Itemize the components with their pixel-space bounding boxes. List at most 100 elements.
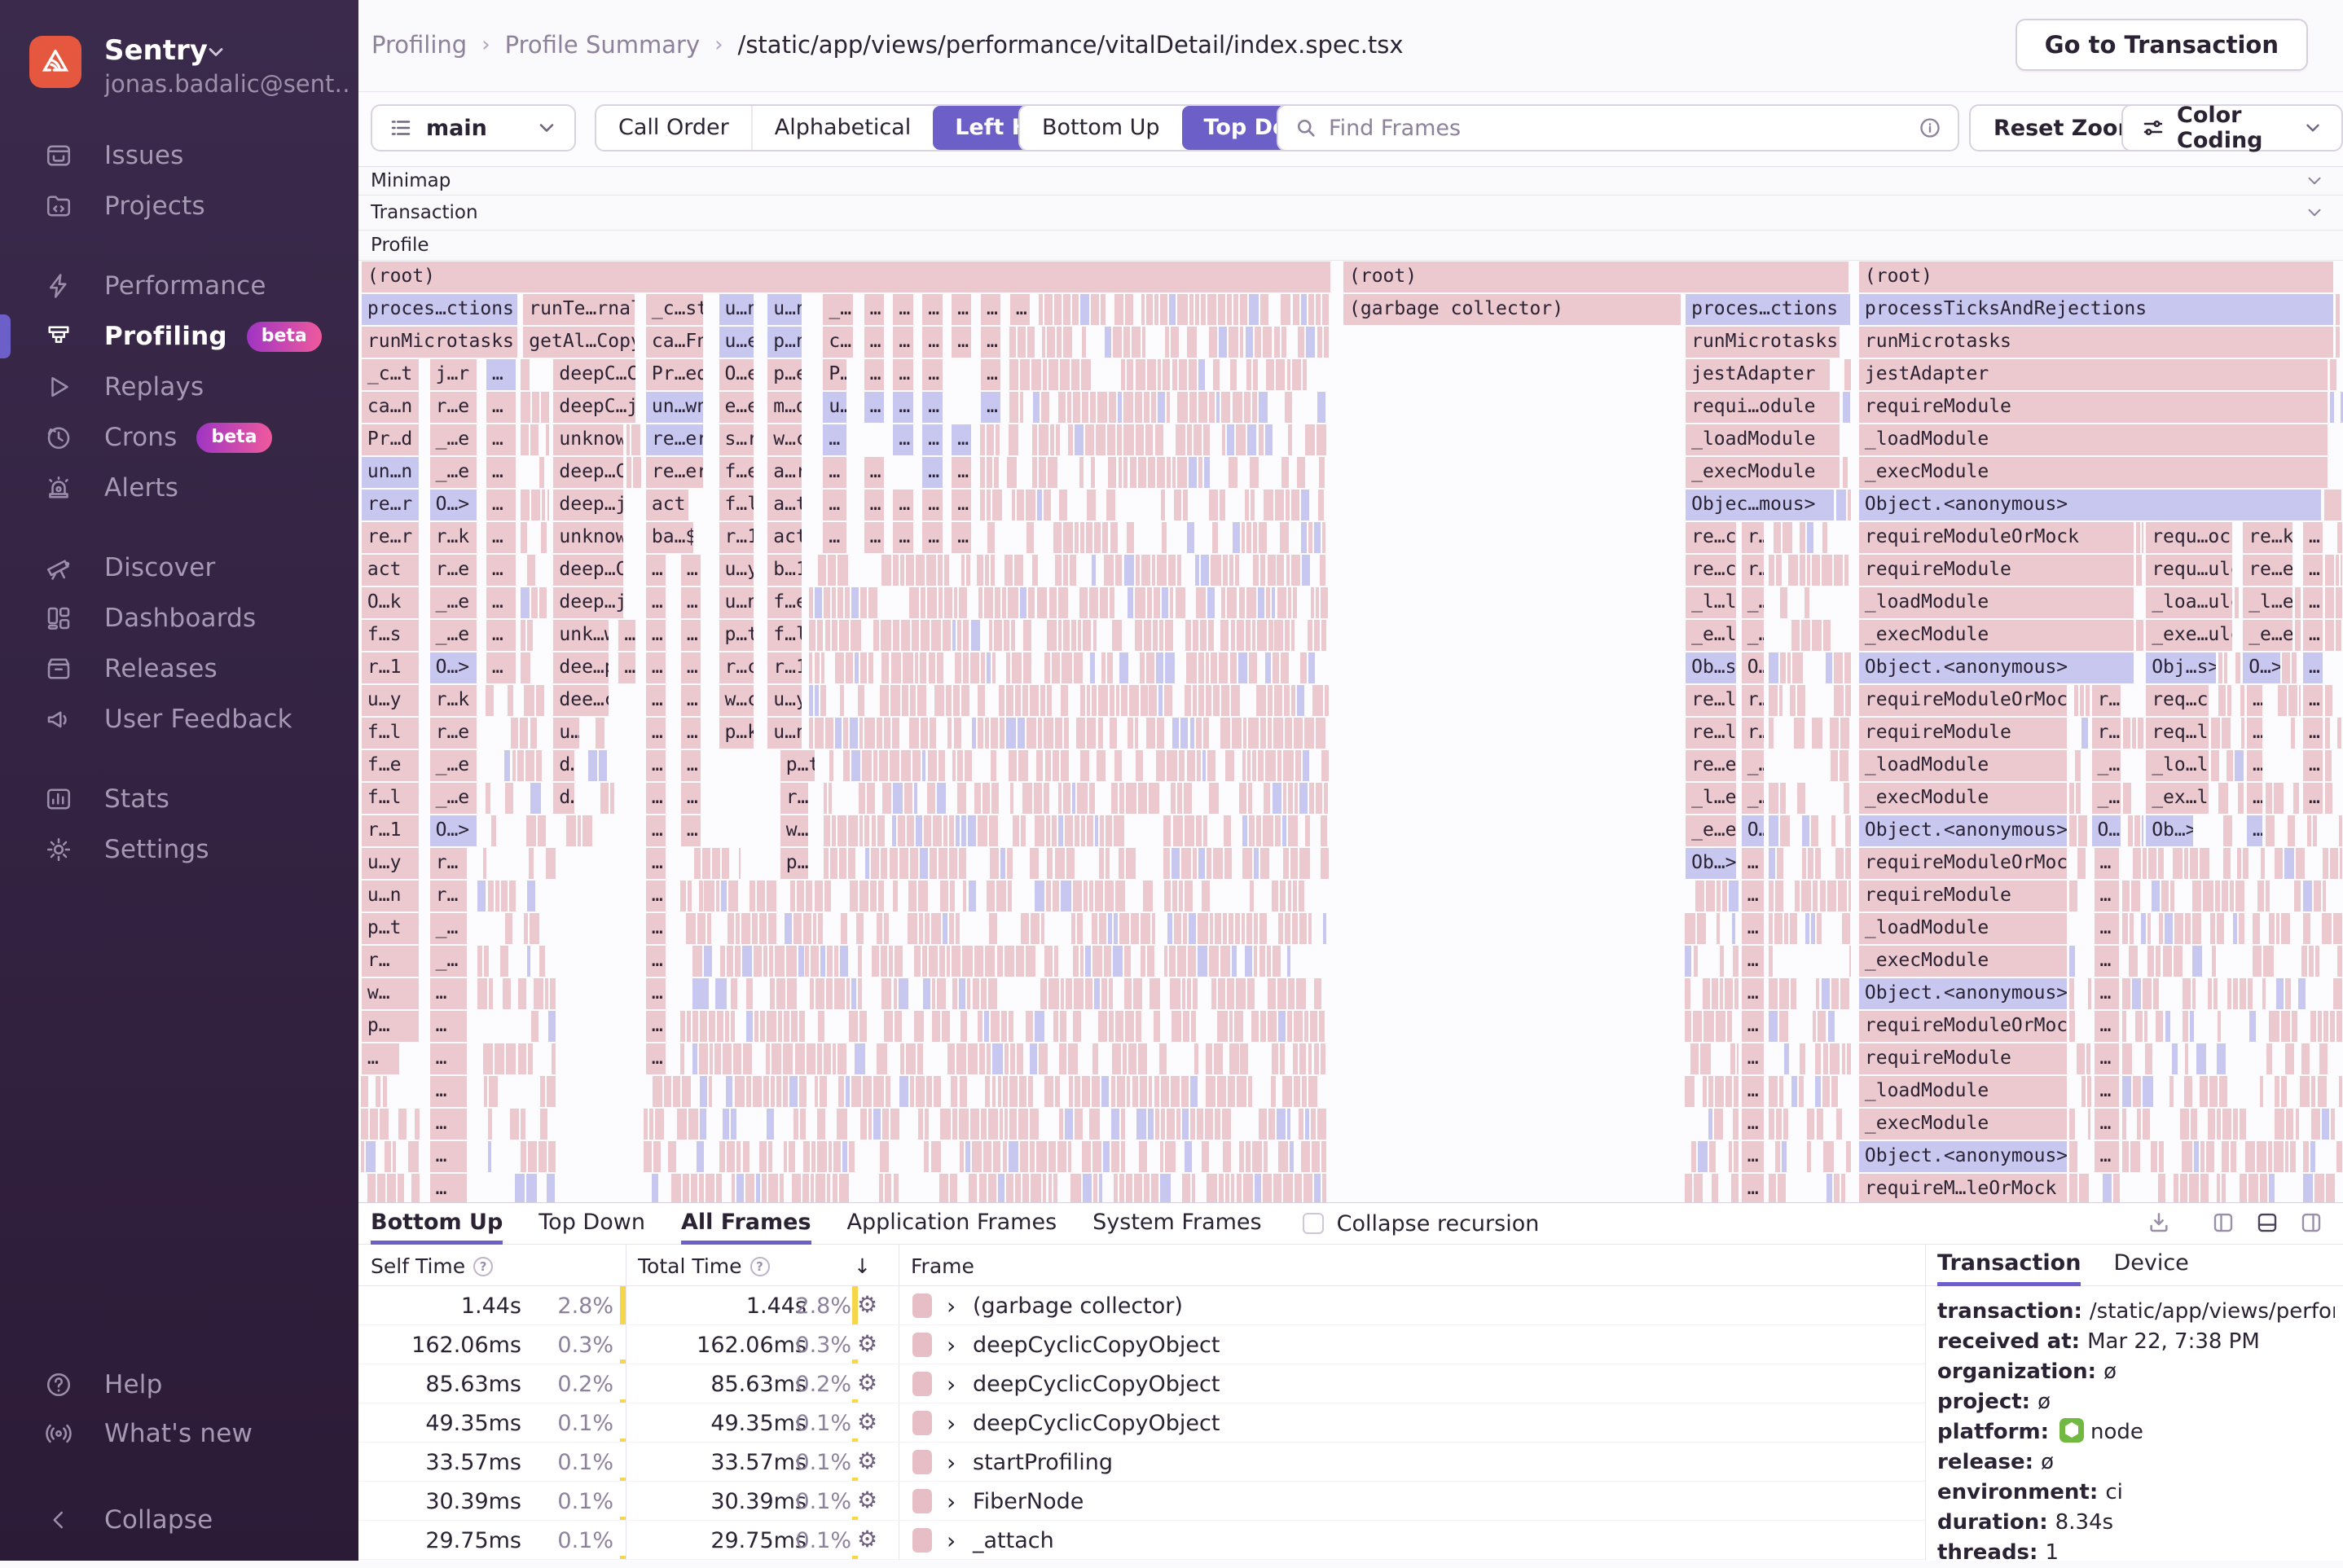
flame-frame-small[interactable] (2281, 1076, 2287, 1107)
flame-frame-small[interactable] (2323, 1011, 2328, 1042)
flame-frame-small[interactable] (1141, 294, 1145, 325)
flame-frame-small[interactable] (1174, 490, 1181, 520)
flame-frame-small[interactable] (818, 555, 826, 586)
flame-frame-small[interactable] (1321, 620, 1326, 651)
flame-frame-small[interactable] (1171, 1076, 1180, 1107)
flame-frame-small[interactable] (1260, 555, 1266, 586)
flame-frame-small[interactable] (860, 652, 866, 683)
flame-frame-small[interactable] (752, 913, 758, 944)
flame-frame-small[interactable] (700, 1109, 706, 1140)
flame-frame-small[interactable] (820, 685, 827, 716)
flame-frame-small[interactable] (2144, 1011, 2148, 1042)
flame-frame-small[interactable] (2263, 946, 2274, 977)
flame-frame-small[interactable] (2315, 946, 2319, 977)
flame-frame-small[interactable] (361, 1076, 369, 1107)
flame-frame[interactable]: r… (1742, 522, 1764, 553)
dock-bottom-icon[interactable] (2255, 1210, 2279, 1235)
flame-frame-small[interactable] (1800, 555, 1805, 586)
flame-frame-small[interactable] (1030, 1141, 1035, 1172)
flame-frame-small[interactable] (1219, 327, 1227, 358)
flame-frame[interactable]: d… (553, 750, 574, 781)
flame-frame-small[interactable] (1807, 1141, 1811, 1172)
flame-frame-small[interactable] (1283, 848, 1289, 879)
flame-frame-small[interactable] (776, 978, 785, 1009)
flame-frame-small[interactable] (800, 1109, 806, 1140)
flame-frame-small[interactable] (2190, 848, 2198, 879)
flame-frame-small[interactable] (1314, 1174, 1321, 1202)
flame-frame-small[interactable] (815, 1174, 824, 1202)
flame-frame[interactable]: … (646, 978, 666, 1009)
flame-frame-small[interactable] (1148, 457, 1155, 488)
flame-frame-small[interactable] (840, 946, 848, 977)
flame-frame-small[interactable] (1217, 1076, 1226, 1107)
flame-frame-small[interactable] (1080, 750, 1089, 781)
flame-frame-small[interactable] (1301, 1141, 1310, 1172)
flame-frame[interactable]: requireModule (1859, 392, 2328, 423)
flame-frame[interactable]: … (430, 1141, 468, 1172)
flame-frame-small[interactable] (1828, 1011, 1835, 1042)
flame-frame-small[interactable] (411, 1174, 420, 1202)
flame-frame-small[interactable] (859, 881, 868, 911)
flame-frame-small[interactable] (835, 652, 844, 683)
flame-frame-small[interactable] (797, 881, 804, 911)
flame-frame-small[interactable] (1290, 848, 1298, 879)
flame-frame-small[interactable] (1204, 457, 1211, 488)
flame-frame-small[interactable] (837, 555, 848, 586)
flame-frame-small[interactable] (998, 1076, 1001, 1107)
flame-frame[interactable]: act (362, 555, 419, 586)
flame-frame-small[interactable] (694, 848, 701, 879)
flame-frame-small[interactable] (588, 750, 597, 781)
flame-frame-small[interactable] (521, 1141, 526, 1172)
table-row[interactable]: 85.63ms0.2%85.63ms0.2%⚙›deepCyclicCopyOb… (358, 1364, 1925, 1403)
flame-frame[interactable]: re…r (362, 522, 419, 553)
flame-frame-small[interactable] (1822, 555, 1832, 586)
flame-frame-small[interactable] (1044, 490, 1050, 520)
flame-frame-small[interactable] (1790, 685, 1796, 716)
flame-frame-small[interactable] (538, 815, 546, 846)
flame-frame-small[interactable] (2325, 620, 2334, 651)
flame-frame-small[interactable] (2122, 913, 2127, 944)
flame-frame-small[interactable] (1769, 848, 1776, 879)
flame-frame-small[interactable] (1182, 1109, 1189, 1140)
flame-frame[interactable]: … (486, 424, 516, 455)
flame-frame-small[interactable] (919, 913, 923, 944)
flame-frame-small[interactable] (890, 685, 901, 716)
flame-frame-small[interactable] (970, 1109, 979, 1140)
flame-frame-small[interactable] (1209, 490, 1218, 520)
flame-frame-small[interactable] (1842, 1043, 1845, 1074)
flame-frame-small[interactable] (484, 946, 490, 977)
flame-frame-small[interactable] (723, 1043, 732, 1074)
flame-frame-small[interactable] (864, 815, 869, 846)
flame-frame-small[interactable] (1196, 815, 1202, 846)
flame-frame-small[interactable] (856, 913, 864, 944)
flame-frame-small[interactable] (987, 881, 995, 911)
flame-frame-small[interactable] (1131, 913, 1139, 944)
flame-frame-small[interactable] (521, 490, 530, 520)
flame-frame-small[interactable] (1149, 783, 1158, 814)
flame-frame-small[interactable] (953, 685, 960, 716)
flame-frame-small[interactable] (1271, 1076, 1277, 1107)
flame-frame-small[interactable] (1840, 750, 1848, 781)
flame-frame-small[interactable] (1046, 881, 1052, 911)
flame-frame-small[interactable] (1009, 750, 1017, 781)
flame-frame[interactable]: r… (362, 946, 419, 977)
flame-frame[interactable]: u…y (362, 685, 419, 716)
gear-icon[interactable]: ⚙ (857, 1330, 877, 1357)
flame-frame-small[interactable] (1182, 978, 1185, 1009)
flame-frame-small[interactable] (1115, 881, 1126, 911)
flame-frame-small[interactable] (839, 848, 846, 879)
flame-frame-small[interactable] (991, 555, 995, 586)
flame-frame-small[interactable] (878, 881, 884, 911)
flame-frame-small[interactable] (1846, 1141, 1850, 1172)
flame-frame[interactable]: u…n (767, 718, 802, 749)
flame-frame-small[interactable] (1052, 652, 1060, 683)
flame-frame-small[interactable] (2190, 1011, 2194, 1042)
flame-frame[interactable]: un…n (362, 457, 419, 488)
flame-frame-small[interactable] (1812, 555, 1820, 586)
flame-frame-small[interactable] (1050, 424, 1054, 455)
flame-frame-small[interactable] (1113, 946, 1123, 977)
flame-frame-small[interactable] (1103, 1141, 1110, 1172)
flame-frame[interactable]: … (864, 359, 884, 390)
flame-frame-small[interactable] (989, 913, 997, 944)
flame-frame-small[interactable] (962, 946, 973, 977)
